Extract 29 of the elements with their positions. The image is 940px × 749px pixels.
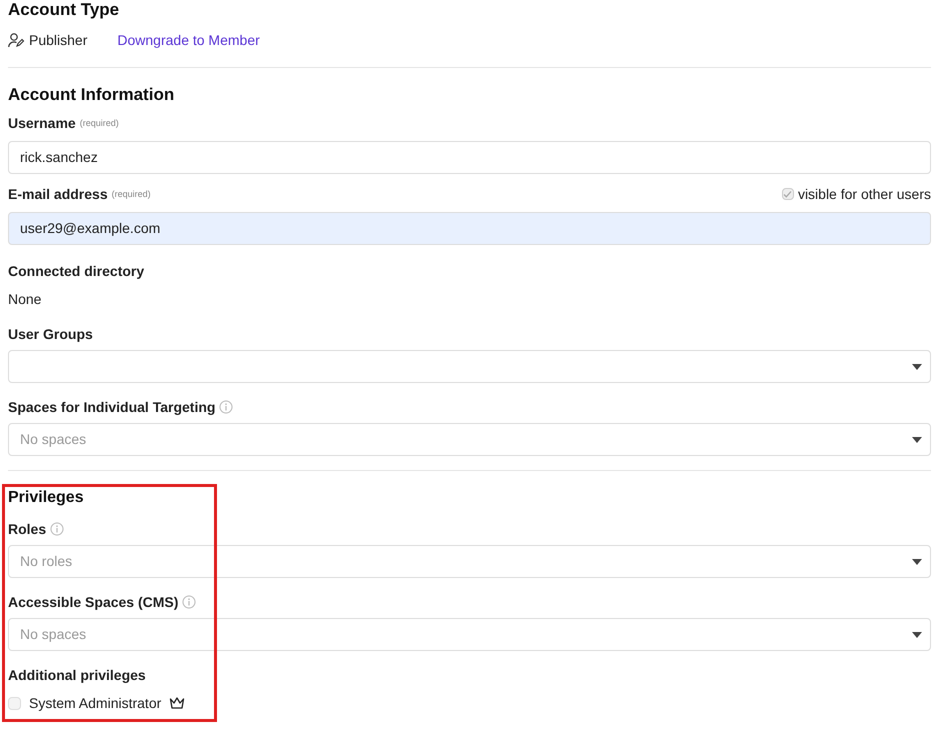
user-icon bbox=[8, 33, 25, 48]
crown-icon bbox=[169, 697, 186, 710]
field-label: User Groups bbox=[8, 325, 93, 344]
account-type: Publisher bbox=[29, 31, 88, 50]
field-label: Accessible Spaces (CMS) bbox=[8, 593, 178, 612]
section-title: Account Information bbox=[8, 85, 176, 105]
select-field[interactable] bbox=[8, 350, 931, 383]
field-value: None bbox=[8, 290, 42, 309]
check-icon bbox=[783, 190, 792, 198]
caret-icon bbox=[912, 364, 922, 370]
section-title: Account Type bbox=[8, 0, 120, 20]
required-hint: (required) bbox=[80, 117, 119, 130]
text-field[interactable]: rick.sanchez bbox=[8, 141, 931, 174]
field-label: Spaces for Individual Targeting bbox=[8, 398, 216, 417]
field-label: Connected directory bbox=[8, 262, 144, 281]
field-label: Additional privileges bbox=[8, 666, 146, 685]
field-label: Username bbox=[8, 114, 76, 133]
caret-icon bbox=[912, 558, 922, 564]
section-title: Privileges bbox=[8, 488, 85, 508]
caret-icon bbox=[912, 632, 922, 638]
downgrade-link[interactable]: Downgrade to Member bbox=[117, 30, 260, 51]
checkbox-label: System Administrator bbox=[29, 694, 162, 713]
caret-icon bbox=[912, 436, 922, 442]
checkbox[interactable] bbox=[8, 697, 21, 710]
checkbox-label: visible for other users bbox=[798, 185, 931, 204]
field-label: E-mail address bbox=[8, 185, 108, 204]
required-hint: (required) bbox=[112, 188, 151, 201]
field-label: Roles bbox=[8, 520, 46, 539]
text-field[interactable]: user29@example.com bbox=[8, 212, 931, 245]
